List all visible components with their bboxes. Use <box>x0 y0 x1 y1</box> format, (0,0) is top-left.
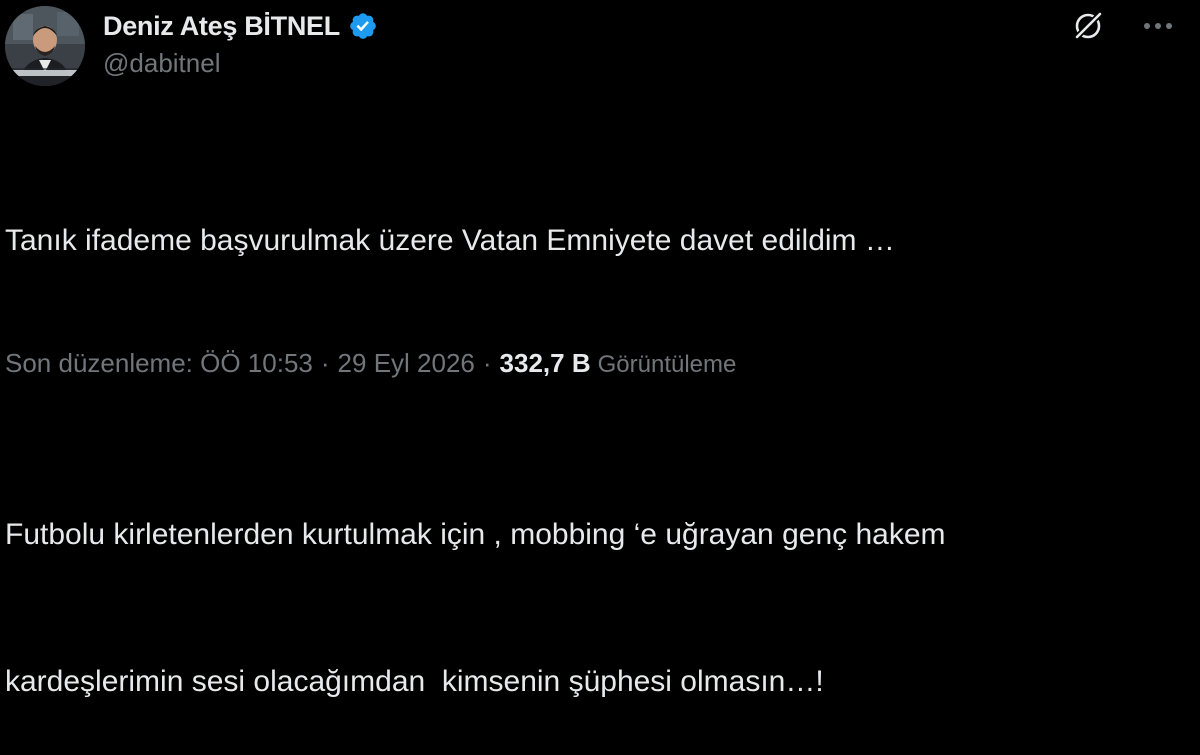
tweet-text-line: Futbolu kirletenlerden kurtulmak için , … <box>5 518 946 551</box>
views-label: Görüntüleme <box>597 351 737 378</box>
meta-separator: · <box>482 348 492 378</box>
tweet-text: Tanık ifademe başvurulmak üzere Vatan Em… <box>5 118 1185 755</box>
tweet-date-link[interactable]: 29 Eyl 2026 <box>338 348 475 379</box>
grok-button[interactable] <box>1068 6 1108 46</box>
verified-badge-icon[interactable] <box>348 11 378 41</box>
meta-separator: · <box>320 348 330 378</box>
grok-icon <box>1073 10 1104 41</box>
tweet-text-line: Tanık ifademe başvurulmak üzere Vatan Em… <box>5 224 895 257</box>
more-options-button[interactable] <box>1138 6 1178 46</box>
more-options-icon <box>1144 23 1172 29</box>
avatar[interactable] <box>5 6 85 86</box>
avatar-image <box>5 6 85 86</box>
tweet-meta: Son düzenleme: ÖÖ 10:53 · 29 Eyl 2026 · … <box>5 348 736 379</box>
author-name-row: Deniz Ateş BİTNEL <box>103 8 378 44</box>
author-handle[interactable]: @dabitnel <box>103 48 220 79</box>
edited-time-link[interactable]: Son düzenleme: ÖÖ 10:53 <box>5 348 313 379</box>
tweet-text-line: kardeşlerimin sesi olacağımdan kimsenin … <box>5 665 824 698</box>
tweet-top-actions <box>1068 6 1178 46</box>
author-display-name[interactable]: Deniz Ateş BİTNEL <box>103 11 340 42</box>
views-count: 332,7 B <box>499 348 591 378</box>
